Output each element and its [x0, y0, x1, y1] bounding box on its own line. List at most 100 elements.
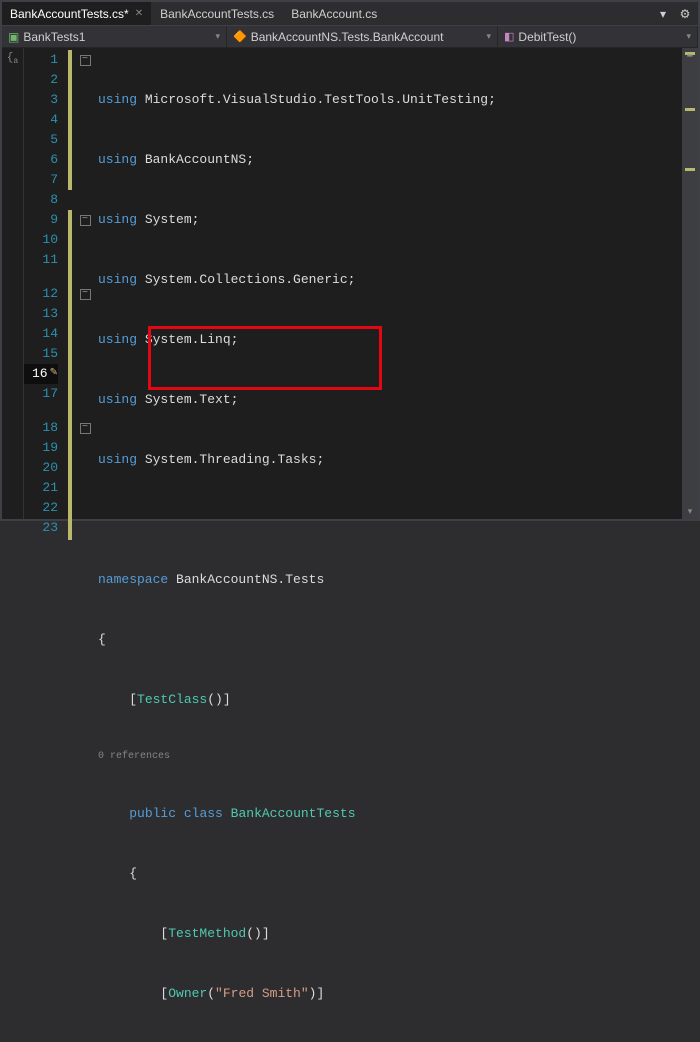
line-number: 23 — [24, 518, 58, 538]
line-number: 9 — [24, 210, 58, 230]
line-number: 1 — [24, 50, 58, 70]
nav-class-dropdown[interactable]: 🔶 BankAccountNS.Tests.BankAccount ▾ — [227, 26, 498, 47]
line-number-current: 16✎ — [24, 364, 58, 384]
code-token: [ — [98, 692, 137, 707]
line-number: 4 — [24, 110, 58, 130]
code-token: BankAccountNS; — [137, 152, 254, 167]
scrollbar-vertical[interactable]: ▾ ▬ — [682, 48, 698, 519]
change-marker — [68, 210, 72, 540]
nav-bar: ▣ BankTests1 ▾ 🔶 BankAccountNS.Tests.Ban… — [2, 26, 698, 48]
code-token: )] — [309, 986, 325, 1001]
code-token — [98, 806, 129, 821]
code-content[interactable]: using Microsoft.VisualStudio.TestTools.U… — [92, 48, 682, 519]
code-token — [223, 806, 231, 821]
scroll-marker — [685, 108, 695, 111]
code-token: BankAccountNS.Tests — [168, 572, 324, 587]
tab-bankaccounttests-dirty[interactable]: BankAccountTests.cs* ✕ — [2, 2, 152, 25]
chevron-down-icon: ▾ — [686, 31, 691, 42]
line-number: 12 — [24, 284, 58, 304]
code-token: using — [98, 212, 137, 227]
code-token: System; — [137, 212, 199, 227]
code-token: BankAccountTests — [231, 806, 356, 821]
code-token: namespace — [98, 572, 168, 587]
change-marker — [68, 50, 72, 190]
code-token: { — [98, 866, 137, 881]
class-icon: 🔶 — [233, 30, 247, 43]
code-token: Microsoft.VisualStudio.TestTools.UnitTes… — [137, 92, 496, 107]
fold-toggle[interactable] — [78, 50, 92, 70]
code-token: using — [98, 92, 137, 107]
chevron-down-icon: ▾ — [486, 31, 491, 42]
code-token: using — [98, 452, 137, 467]
code-token: System.Linq; — [137, 332, 238, 347]
code-token: [ — [98, 926, 168, 941]
close-icon[interactable]: ✕ — [135, 8, 143, 19]
tab-label: BankAccount.cs — [291, 7, 377, 21]
nav-method-dropdown[interactable]: ◧ DebitTest() ▾ — [498, 26, 698, 47]
line-number: 8 — [24, 190, 58, 210]
code-token: ()] — [246, 926, 269, 941]
code-token: public — [129, 806, 176, 821]
code-token: System.Collections.Generic; — [137, 272, 355, 287]
nav-project-dropdown[interactable]: ▣ BankTests1 ▾ — [2, 26, 227, 47]
code-token — [176, 806, 184, 821]
code-token: ()] — [207, 692, 230, 707]
line-number: 22 — [24, 498, 58, 518]
code-token: System.Text; — [137, 392, 238, 407]
chevron-down-icon[interactable]: ▾ — [656, 7, 670, 21]
code-token: using — [98, 272, 137, 287]
gear-icon[interactable]: ⚙ — [678, 7, 692, 21]
line-number: 3 — [24, 90, 58, 110]
code-token: using — [98, 332, 137, 347]
code-token: TestClass — [137, 692, 207, 707]
chevron-down-icon: ▾ — [215, 31, 220, 42]
tab-bankaccount[interactable]: BankAccount.cs — [283, 2, 386, 25]
line-number: 15 — [24, 344, 58, 364]
line-number: 5 — [24, 130, 58, 150]
code-token: using — [98, 392, 137, 407]
fold-margin[interactable] — [78, 48, 92, 519]
fold-toggle[interactable] — [78, 418, 92, 438]
line-number: 7 — [24, 170, 58, 190]
code-token: System.Threading.Tasks; — [137, 452, 324, 467]
tab-label: BankAccountTests.cs — [160, 7, 274, 21]
outline-margin: {a — [2, 48, 24, 519]
nav-class-label: BankAccountNS.Tests.BankAccount — [251, 30, 444, 44]
code-token: TestMethod — [168, 926, 246, 941]
code-token: ( — [207, 986, 215, 1001]
tab-bankaccounttests[interactable]: BankAccountTests.cs — [152, 2, 283, 25]
method-icon: ◧ — [504, 30, 514, 43]
code-token: Owner — [168, 986, 207, 1001]
tab-bar-actions: ▾ ⚙ — [650, 2, 698, 25]
code-token: using — [98, 152, 137, 167]
line-number: 6 — [24, 150, 58, 170]
line-number: 17 — [24, 384, 58, 404]
nav-method-label: DebitTest() — [518, 30, 576, 44]
codelens-references[interactable]: 0 references — [92, 750, 682, 764]
line-number: 21 — [24, 478, 58, 498]
line-number: 10 — [24, 230, 58, 250]
lightbulb-icon: ✎ — [50, 364, 58, 384]
line-number: 13 — [24, 304, 58, 324]
line-number: 19 — [24, 438, 58, 458]
scroll-marker — [685, 168, 695, 171]
code-token: [ — [98, 986, 168, 1001]
tab-bar: BankAccountTests.cs* ✕ BankAccountTests.… — [2, 2, 698, 26]
line-number: 11 — [24, 250, 58, 270]
line-number: 14 — [24, 324, 58, 344]
fold-toggle[interactable] — [78, 284, 92, 304]
line-number: 18 — [24, 418, 58, 438]
tab-bar-spacer — [386, 2, 650, 25]
chevron-down-icon[interactable]: ▾ — [682, 505, 698, 519]
code-token: "Fred Smith" — [215, 986, 309, 1001]
code-editor[interactable]: {a 1 2 3 4 5 6 7 8 9 10 11 12 13 14 15 1… — [2, 48, 698, 519]
line-number-gutter: 1 2 3 4 5 6 7 8 9 10 11 12 13 14 15 16✎ … — [24, 48, 66, 519]
line-number: 2 — [24, 70, 58, 90]
fold-toggle[interactable] — [78, 210, 92, 230]
csharp-project-icon: ▣ — [8, 30, 19, 44]
line-number: 20 — [24, 458, 58, 478]
nav-project-label: BankTests1 — [23, 30, 85, 44]
split-icon[interactable]: ▬ — [682, 48, 698, 62]
tab-label: BankAccountTests.cs* — [10, 7, 129, 21]
code-token: class — [184, 806, 223, 821]
